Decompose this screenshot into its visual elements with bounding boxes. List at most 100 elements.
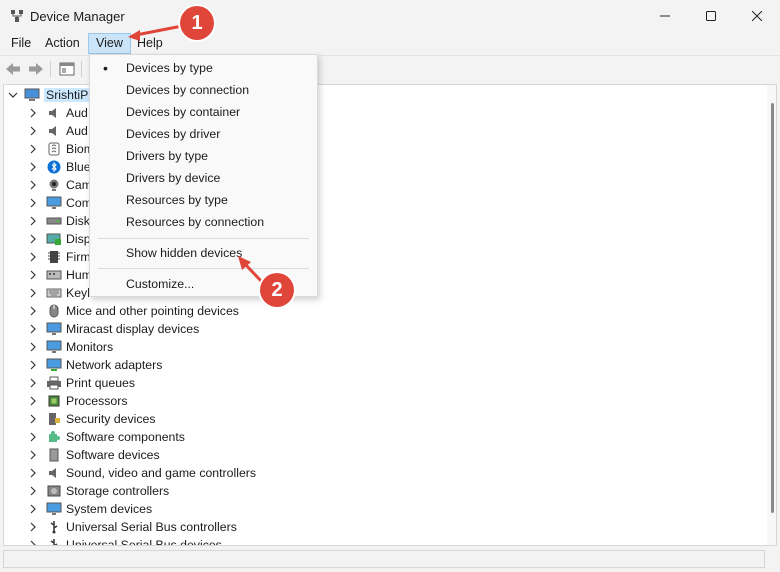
tree-item[interactable]: Miracast display devices bbox=[28, 320, 199, 338]
menu-item-show-hidden-devices[interactable]: Show hidden devices bbox=[90, 242, 317, 264]
menu-view[interactable]: View bbox=[88, 33, 131, 54]
chevron-right-icon[interactable] bbox=[28, 540, 38, 545]
title-bar: Device Manager bbox=[0, 0, 780, 32]
tree-item[interactable]: Network adapters bbox=[28, 356, 162, 374]
tree-item[interactable]: Processors bbox=[28, 392, 128, 410]
chevron-right-icon[interactable] bbox=[28, 450, 38, 460]
properties-icon[interactable] bbox=[58, 60, 76, 78]
chevron-right-icon[interactable] bbox=[28, 522, 38, 532]
chevron-right-icon[interactable] bbox=[28, 414, 38, 424]
vertical-scrollbar[interactable] bbox=[767, 85, 776, 545]
tree-item[interactable]: Software devices bbox=[28, 446, 160, 464]
tree-item[interactable]: Print queues bbox=[28, 374, 135, 392]
menu-item-devices-by-driver[interactable]: Devices by driver bbox=[90, 123, 317, 145]
tree-item[interactable]: Keyb bbox=[28, 284, 94, 302]
chevron-right-icon[interactable] bbox=[28, 252, 38, 262]
chevron-right-icon[interactable] bbox=[28, 270, 38, 280]
menu-item-devices-by-connection[interactable]: Devices by connection bbox=[90, 79, 317, 101]
tree-item[interactable]: Security devices bbox=[28, 410, 156, 428]
back-arrow-icon[interactable] bbox=[4, 60, 22, 78]
menu-file[interactable]: File bbox=[4, 34, 38, 53]
tree-item[interactable]: Com bbox=[28, 194, 92, 212]
chevron-right-icon[interactable] bbox=[28, 288, 38, 298]
tree-item[interactable]: Software components bbox=[28, 428, 185, 446]
chevron-right-icon[interactable] bbox=[28, 126, 38, 136]
chevron-right-icon[interactable] bbox=[28, 468, 38, 478]
tree-item-label: Monitors bbox=[66, 340, 114, 354]
tree-item[interactable]: Biom bbox=[28, 140, 94, 158]
tree-item-label: Blue bbox=[66, 160, 91, 174]
minimize-button[interactable] bbox=[642, 0, 688, 32]
tree-item-label: Print queues bbox=[66, 376, 136, 390]
chevron-right-icon[interactable] bbox=[28, 144, 38, 154]
chevron-right-icon[interactable] bbox=[28, 198, 38, 208]
network-icon bbox=[46, 357, 62, 373]
tree-item-label: Security devices bbox=[66, 412, 156, 426]
tree-item-label: Disk bbox=[66, 214, 90, 228]
menu-item-devices-by-type[interactable]: • Devices by type bbox=[90, 57, 317, 79]
menu-item-drivers-by-device[interactable]: Drivers by device bbox=[90, 167, 317, 189]
menu-help[interactable]: Help bbox=[130, 34, 170, 53]
usb-icon bbox=[46, 537, 62, 545]
tree-item[interactable]: Aud bbox=[28, 122, 88, 140]
chevron-right-icon[interactable] bbox=[28, 234, 38, 244]
tree-item-label: Processors bbox=[66, 394, 128, 408]
callout-badge-1: 1 bbox=[180, 6, 214, 40]
tree-item-label: Network adapters bbox=[66, 358, 163, 372]
radio-bullet-icon: • bbox=[103, 60, 108, 76]
tree-item[interactable]: Sound, video and game controllers bbox=[28, 464, 256, 482]
chevron-right-icon[interactable] bbox=[28, 486, 38, 496]
forward-arrow-icon[interactable] bbox=[27, 60, 45, 78]
tree-item[interactable]: Monitors bbox=[28, 338, 113, 356]
chevron-right-icon[interactable] bbox=[28, 306, 38, 316]
chevron-right-icon[interactable] bbox=[28, 108, 38, 118]
tree-item[interactable]: Mice and other pointing devices bbox=[28, 302, 239, 320]
tree-item[interactable]: Disk bbox=[28, 212, 90, 230]
window-title: Device Manager bbox=[30, 9, 125, 24]
monitor-icon bbox=[46, 321, 62, 337]
scrollbar-thumb[interactable] bbox=[771, 103, 774, 513]
chevron-right-icon[interactable] bbox=[28, 324, 38, 334]
tree-item-label: Universal Serial Bus devices bbox=[66, 538, 222, 546]
chevron-right-icon[interactable] bbox=[28, 162, 38, 172]
usb-icon bbox=[46, 519, 62, 535]
status-bar bbox=[0, 547, 780, 572]
chevron-right-icon[interactable] bbox=[28, 342, 38, 352]
security-icon bbox=[46, 411, 62, 427]
tree-item[interactable]: Universal Serial Bus controllers bbox=[28, 518, 237, 536]
display-adapter-icon bbox=[46, 231, 62, 247]
menu-bar: File Action View Help bbox=[0, 32, 780, 54]
tree-item[interactable]: Storage controllers bbox=[28, 482, 169, 500]
tree-item-label: Sound, video and game controllers bbox=[66, 466, 257, 480]
tree-item[interactable]: Universal Serial Bus devices bbox=[28, 536, 222, 546]
close-button[interactable] bbox=[734, 0, 780, 32]
menu-separator bbox=[98, 268, 309, 269]
maximize-button[interactable] bbox=[688, 0, 734, 32]
tree-root[interactable]: SrishtiPC bbox=[8, 86, 100, 104]
chevron-right-icon[interactable] bbox=[28, 360, 38, 370]
menu-action[interactable]: Action bbox=[38, 34, 87, 53]
tree-item[interactable]: Cam bbox=[28, 176, 92, 194]
menu-item-devices-by-container[interactable]: Devices by container bbox=[90, 101, 317, 123]
tree-item[interactable]: Firm bbox=[28, 248, 91, 266]
chevron-right-icon[interactable] bbox=[28, 432, 38, 442]
chevron-right-icon[interactable] bbox=[28, 180, 38, 190]
menu-item-resources-by-type[interactable]: Resources by type bbox=[90, 189, 317, 211]
keyboard-icon bbox=[46, 285, 62, 301]
disk-icon bbox=[46, 213, 62, 229]
menu-item-resources-by-connection[interactable]: Resources by connection bbox=[90, 211, 317, 233]
chevron-right-icon[interactable] bbox=[28, 504, 38, 514]
tree-item[interactable]: Aud bbox=[28, 104, 88, 122]
tree-item[interactable]: Hum bbox=[28, 266, 92, 284]
view-menu-dropdown: • Devices by type Devices by connection Dev… bbox=[89, 54, 318, 297]
chevron-right-icon[interactable] bbox=[28, 216, 38, 226]
chevron-right-icon[interactable] bbox=[28, 396, 38, 406]
puzzle-icon bbox=[46, 429, 62, 445]
tree-item[interactable]: Disp bbox=[28, 230, 91, 248]
menu-item-label: Drivers by type bbox=[126, 149, 209, 163]
tree-item[interactable]: Blue bbox=[28, 158, 91, 176]
tree-item[interactable]: System devices bbox=[28, 500, 152, 518]
menu-item-drivers-by-type[interactable]: Drivers by type bbox=[90, 145, 317, 167]
chevron-right-icon[interactable] bbox=[28, 378, 38, 388]
chevron-down-icon[interactable] bbox=[8, 90, 18, 100]
